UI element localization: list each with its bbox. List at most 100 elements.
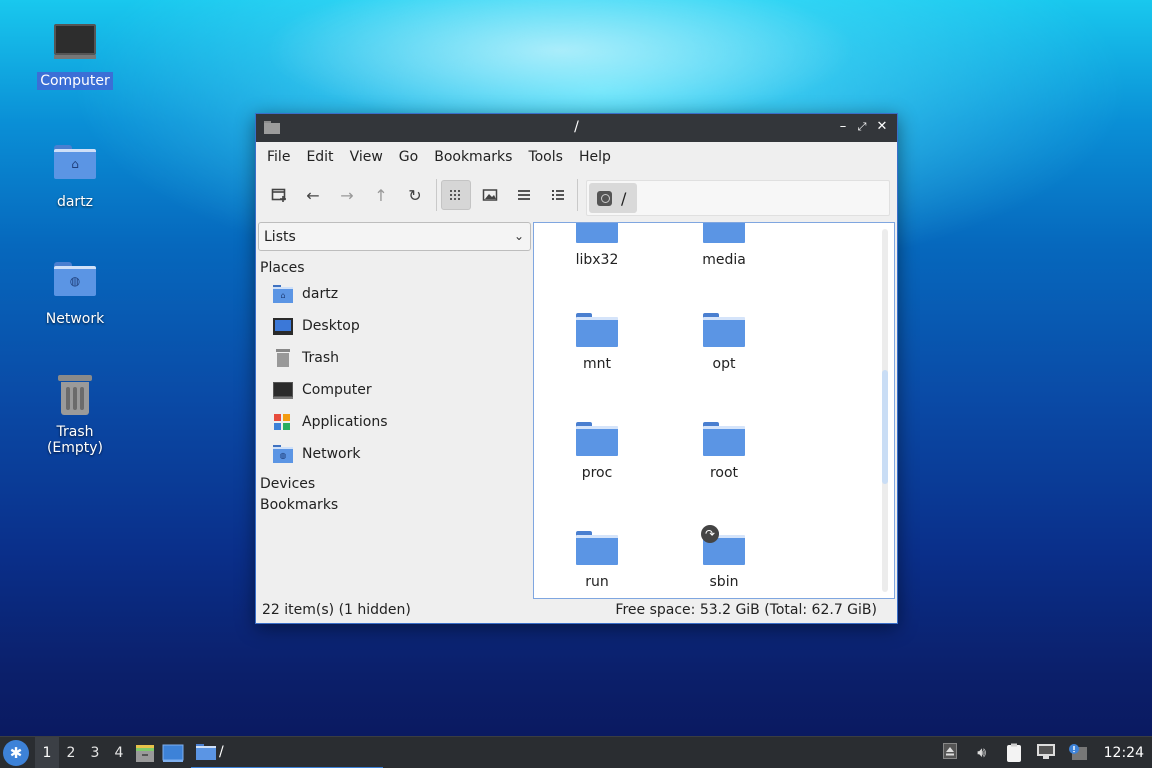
desktop-icon-home[interactable]: ⌂ dartz [25, 140, 125, 211]
computer-icon [53, 24, 97, 68]
volume-icon[interactable]: 🔊︎ [970, 743, 994, 763]
path-root-button[interactable]: / [589, 183, 637, 213]
folder-icon [703, 313, 745, 347]
notification-icon[interactable] [1066, 743, 1090, 763]
file-item[interactable]: libx32 [542, 223, 652, 268]
forward-button[interactable]: → [332, 180, 362, 210]
status-bar: 22 item(s) (1 hidden) Free space: 53.2 G… [256, 599, 897, 623]
vertical-scrollbar[interactable] [882, 229, 888, 592]
menu-go[interactable]: Go [391, 149, 426, 165]
scrollbar-thumb[interactable] [882, 370, 888, 484]
desktop-icon-network[interactable]: ◍ Network [25, 257, 125, 328]
file-item-name: opt [712, 356, 736, 372]
folder-icon [196, 743, 216, 760]
thumbnail-view-button[interactable] [475, 180, 505, 210]
applications-icon [272, 411, 294, 433]
place-item-network[interactable]: ◍ Network [258, 438, 531, 470]
place-label: dartz [302, 286, 339, 302]
place-item-applications[interactable]: Applications [258, 406, 531, 438]
app-menu-icon: ✱ [9, 743, 23, 762]
clipboard-icon[interactable] [1002, 743, 1026, 763]
side-pane-mode-select[interactable]: Lists ⌄ [258, 222, 531, 251]
menu-tools[interactable]: Tools [520, 149, 571, 165]
file-item-name: root [709, 465, 739, 481]
arrow-left-icon: ← [306, 185, 320, 205]
window-title: / [574, 119, 579, 135]
file-item[interactable]: root [669, 422, 779, 481]
file-item[interactable]: run [542, 531, 652, 590]
reload-icon: ↻ [408, 185, 422, 205]
folder-icon [576, 531, 618, 565]
home-folder-icon: ⌂ [53, 145, 97, 189]
chevron-down-icon: ⌄ [513, 229, 524, 243]
menu-file[interactable]: File [259, 149, 298, 165]
taskbar: ✱ 1 2 3 4 / 🔊︎ 12:24 [0, 736, 1152, 768]
tray-eject-icon[interactable] [938, 743, 962, 763]
desktop-icon-computer[interactable]: Computer [25, 24, 125, 90]
folder-icon [576, 422, 618, 456]
file-icon-view[interactable]: libx32 media mnt opt proc root run ↷ sbi… [533, 222, 895, 599]
window-titlebar[interactable]: / – ⤢ ✕ [256, 114, 897, 142]
workspace-4[interactable]: 4 [107, 737, 131, 768]
file-manager-launcher[interactable] [134, 743, 156, 763]
reload-button[interactable]: ↻ [400, 180, 430, 210]
place-item-computer[interactable]: Computer [258, 374, 531, 406]
network-connection-icon[interactable] [1034, 743, 1058, 763]
back-button[interactable]: ← [298, 180, 328, 210]
drive-icon [597, 190, 612, 206]
place-item-trash[interactable]: Trash [258, 342, 531, 374]
menu-help[interactable]: Help [571, 149, 619, 165]
place-label: Applications [302, 414, 388, 430]
start-menu-button[interactable]: ✱ [3, 739, 29, 766]
detailed-list-view-button[interactable] [543, 180, 573, 210]
grid-icon [450, 190, 460, 200]
item-count-text: 22 item(s) (1 hidden) [262, 602, 411, 618]
menubar: File Edit View Go Bookmarks Tools Help [256, 142, 897, 172]
desktop-icon [162, 744, 184, 762]
place-item-home[interactable]: ⌂ dartz [258, 278, 531, 310]
desktop-icon [272, 315, 294, 337]
file-item-name: media [702, 252, 746, 268]
up-button[interactable]: ↑ [366, 180, 396, 210]
file-item-name: run [585, 574, 609, 590]
menu-bookmarks[interactable]: Bookmarks [426, 149, 520, 165]
bookmarks-header[interactable]: Bookmarks [258, 497, 531, 513]
compact-view-button[interactable] [509, 180, 539, 210]
menu-edit[interactable]: Edit [298, 149, 341, 165]
minimize-button[interactable]: – [835, 119, 851, 135]
file-item[interactable]: proc [542, 422, 652, 481]
show-desktop-button[interactable] [162, 743, 184, 763]
close-button[interactable]: ✕ [874, 119, 890, 135]
clock[interactable]: 12:24 [1104, 745, 1144, 761]
workspace-1[interactable]: 1 [35, 736, 59, 768]
file-item[interactable]: media [669, 223, 779, 268]
place-label: Computer [302, 382, 372, 398]
list-lines-icon [518, 190, 530, 200]
places-header[interactable]: Places [258, 260, 531, 276]
system-tray: 🔊︎ 12:24 [934, 737, 1152, 768]
maximize-button[interactable]: ⤢ [854, 119, 870, 135]
side-pane: Lists ⌄ Places ⌂ dartz Desktop Trash Com… [258, 222, 531, 597]
path-bar[interactable]: / [586, 180, 890, 216]
folder-icon [703, 422, 745, 456]
file-cabinet-icon [136, 744, 154, 762]
devices-header[interactable]: Devices [258, 476, 531, 492]
folder-icon [576, 223, 618, 243]
new-tab-button[interactable] [264, 180, 294, 210]
file-item[interactable]: ↷ sbin [669, 525, 779, 590]
place-item-desktop[interactable]: Desktop [258, 310, 531, 342]
workspace-2[interactable]: 2 [59, 737, 83, 768]
desktop-icon-trash[interactable]: Trash (Empty) [25, 373, 125, 457]
trash-icon [272, 347, 294, 369]
network-folder-icon: ◍ [272, 443, 294, 465]
taskbar-window-button[interactable]: / [191, 737, 383, 768]
folder-icon: ↷ [701, 525, 745, 565]
file-item[interactable]: mnt [542, 313, 652, 372]
desktop-icon-label: dartz [56, 194, 94, 210]
workspace-3[interactable]: 3 [83, 737, 107, 768]
path-root-label: / [621, 188, 627, 208]
file-item[interactable]: opt [669, 313, 779, 372]
menu-view[interactable]: View [342, 149, 391, 165]
icon-view-button[interactable] [441, 180, 471, 210]
file-item-name: mnt [583, 356, 611, 372]
